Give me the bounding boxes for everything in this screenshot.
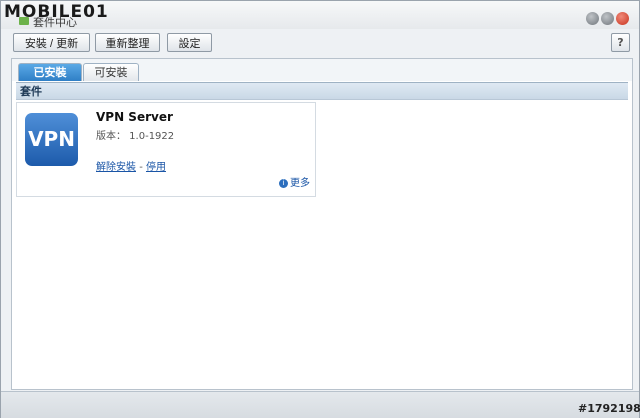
settings-button[interactable]: 設定 (167, 33, 212, 52)
more-link[interactable]: i 更多 (279, 174, 310, 189)
vpn-server-icon: VPN (25, 113, 78, 166)
info-icon: i (279, 178, 288, 188)
uninstall-link[interactable]: 解除安裝 (96, 162, 136, 173)
package-center-window: 套件中心 安裝 / 更新 重新整理 設定 ? 已安裝 可安裝 套件 VPN VP… (0, 0, 640, 418)
package-actions: 解除安裝 - 停用 (96, 158, 166, 173)
status-bar (1, 391, 639, 418)
tab-strip: 已安裝 可安裝 (12, 59, 632, 81)
package-name: VPN Server (96, 110, 173, 124)
install-update-button[interactable]: 安裝 / 更新 (13, 33, 90, 52)
reorganize-button[interactable]: 重新整理 (95, 33, 160, 52)
close-button[interactable] (616, 12, 629, 25)
photo-id: #1792198 (578, 402, 640, 415)
package-panel: 已安裝 可安裝 套件 VPN VPN Server 版本： 1.0-1922 解… (11, 58, 633, 390)
more-label: 更多 (290, 178, 310, 189)
package-card: VPN VPN Server 版本： 1.0-1922 解除安裝 - 停用 i更… (16, 102, 316, 197)
watermark-logo: MOBILE01 (4, 2, 109, 22)
package-version: 版本： 1.0-1922 (96, 131, 175, 142)
help-button[interactable]: ? (611, 33, 630, 52)
action-separator: - (139, 162, 143, 173)
tab-installed[interactable]: 已安裝 (18, 63, 82, 81)
disable-link[interactable]: 停用 (146, 162, 166, 173)
tab-available[interactable]: 可安裝 (83, 63, 139, 81)
section-header: 套件 (16, 82, 628, 100)
maximize-button[interactable] (601, 12, 614, 25)
minimize-button[interactable] (586, 12, 599, 25)
